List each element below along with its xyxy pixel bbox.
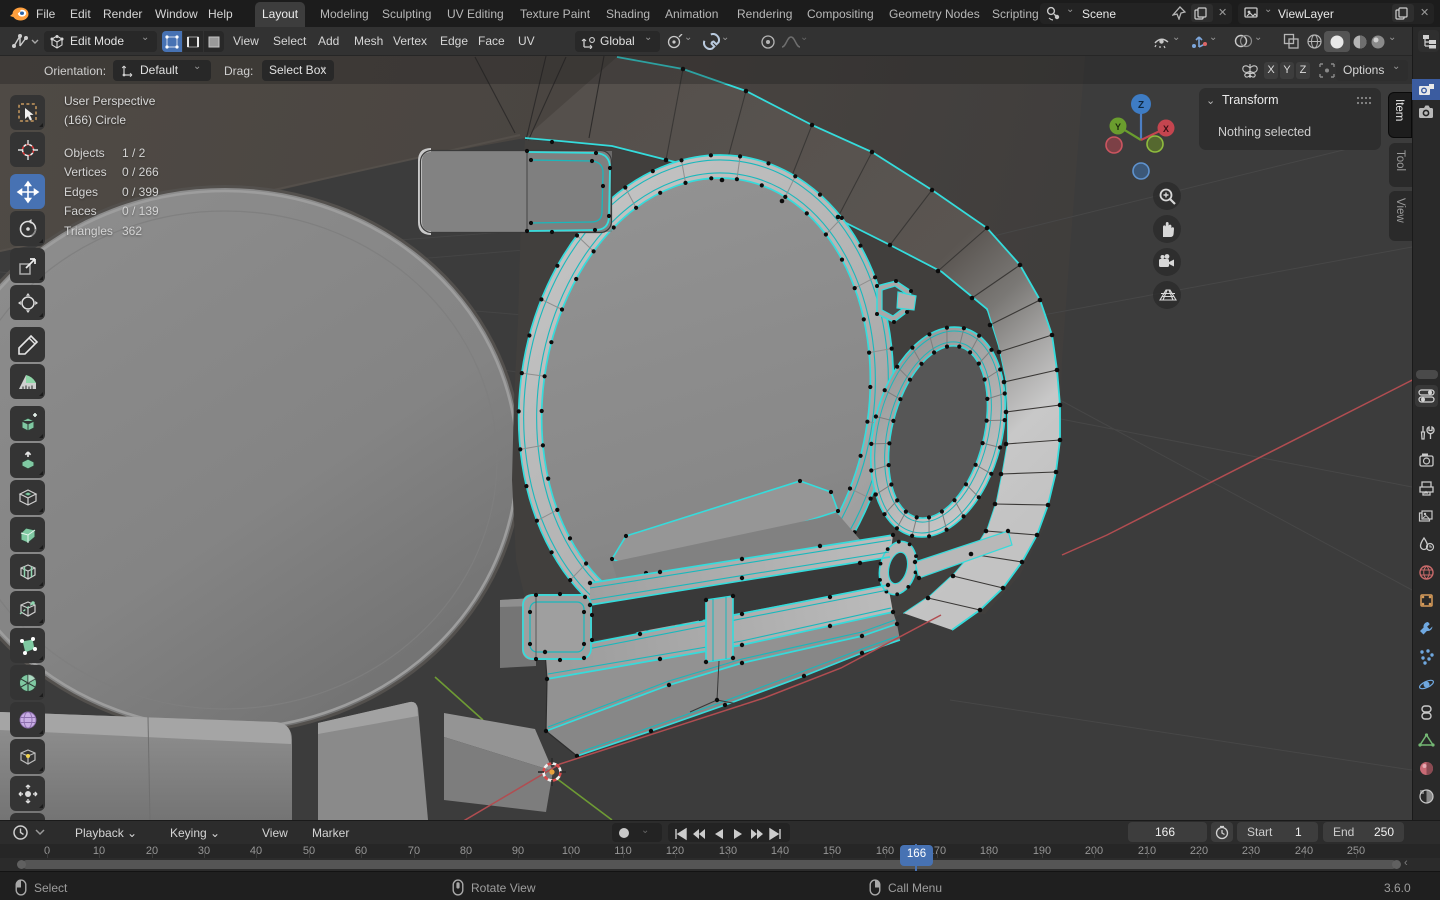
svg-text:X: X [1163, 124, 1169, 134]
svg-text:Z: Z [1138, 100, 1144, 111]
svg-text:Y: Y [1115, 122, 1121, 132]
